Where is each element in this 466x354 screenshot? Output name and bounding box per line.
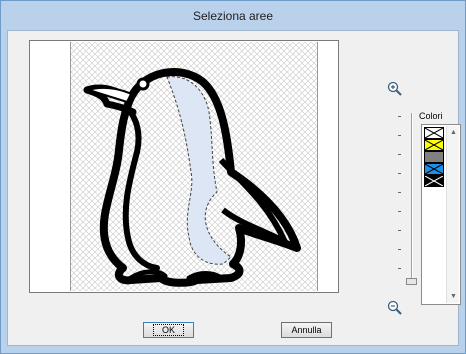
zoom-slider-track [411,113,413,285]
cancel-button[interactable]: Annulla [281,322,332,338]
color-swatch-black[interactable] [424,175,444,187]
color-swatch-yellow[interactable] [424,139,444,151]
zoom-tick [398,249,401,250]
scroll-up-arrow-icon[interactable]: ▲ [450,129,457,136]
color-swatch-blue[interactable] [424,163,444,175]
dialog-body: Colori ▲ ▼ [7,30,461,346]
color-swatch-none[interactable] [424,127,444,139]
zoom-tick [398,192,401,193]
colors-scrollbar[interactable]: ▲ ▼ [446,126,459,303]
design-preview[interactable] [29,40,339,293]
colors-label: Colori [419,111,443,121]
title-bar[interactable]: Seleziona aree [1,1,465,31]
zoom-tick [398,268,401,269]
penguin-design[interactable] [71,42,317,291]
window-title: Seleziona aree [192,9,274,23]
zoom-tick [398,230,401,231]
ok-button-label: OK [152,324,184,336]
preview-canvas[interactable] [70,42,318,291]
zoom-tick [398,116,401,117]
ok-button[interactable]: OK [143,322,194,338]
zoom-tick [398,135,401,136]
colors-list[interactable]: ▲ ▼ [421,124,461,305]
zoom-in-icon[interactable] [386,80,404,98]
zoom-tick [398,211,401,212]
zoom-slider[interactable] [403,113,419,289]
zoom-tick [398,154,401,155]
zoom-tick [398,173,401,174]
zoom-out-icon[interactable] [386,299,404,317]
zoom-slider-thumb[interactable] [406,278,417,285]
color-swatch-gray[interactable] [424,151,444,163]
scroll-down-arrow-icon[interactable]: ▼ [450,293,457,300]
